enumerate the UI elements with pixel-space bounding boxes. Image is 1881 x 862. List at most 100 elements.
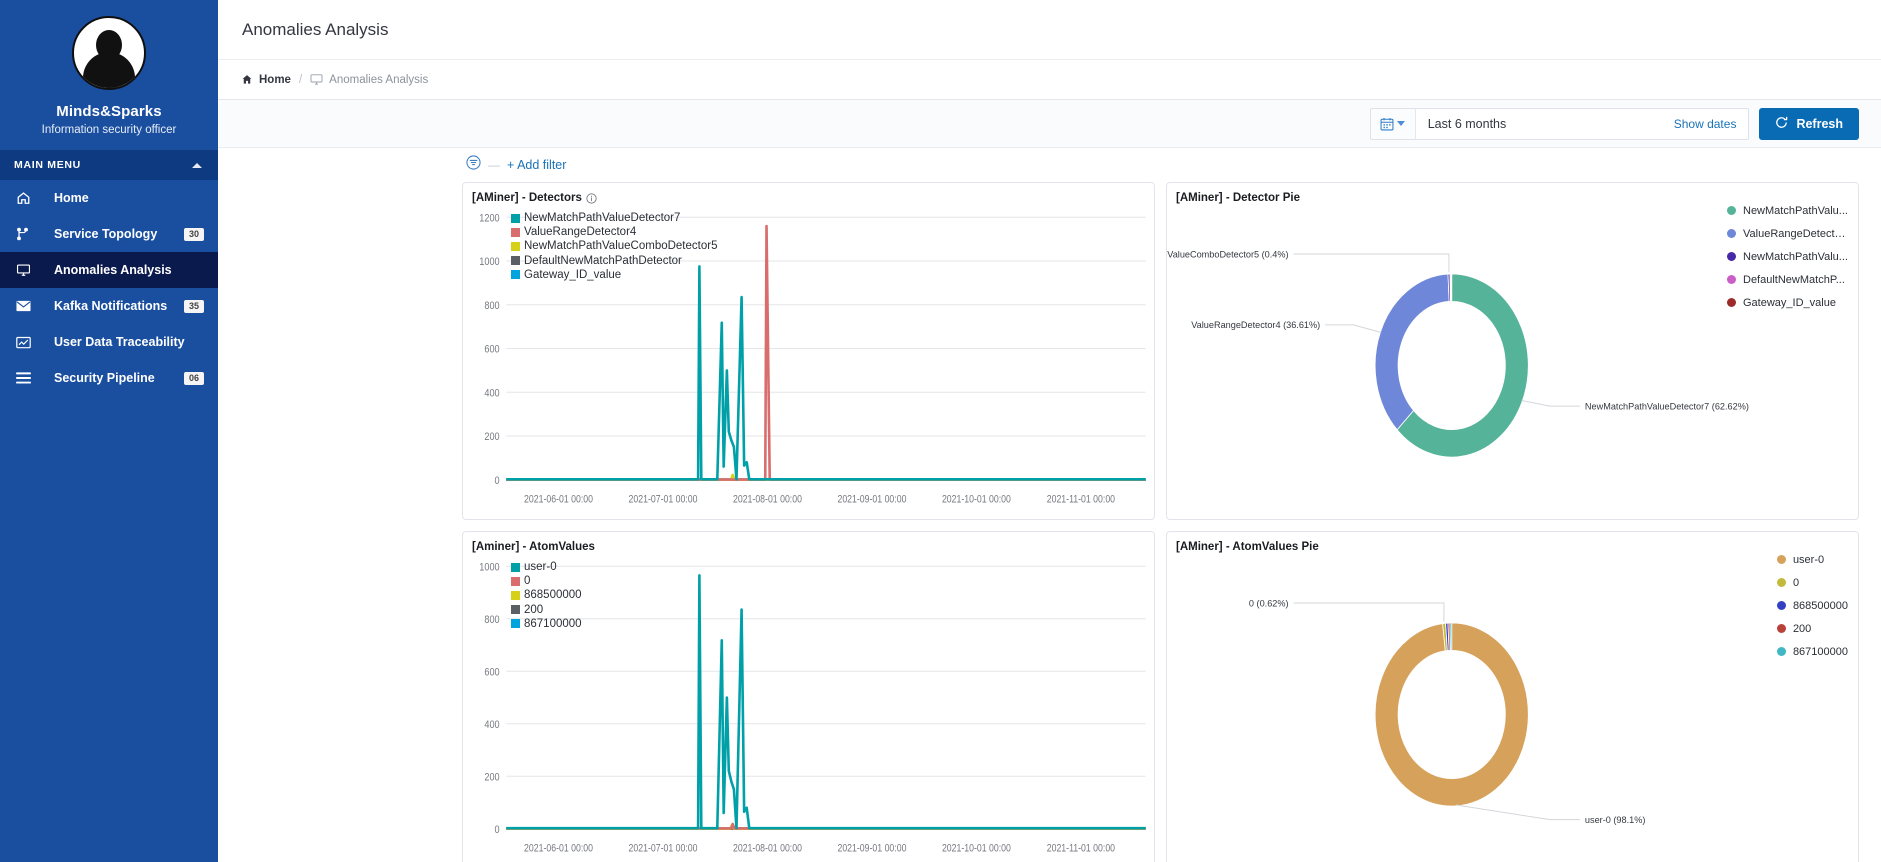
- legend-swatch: [511, 605, 520, 615]
- calendar-icon[interactable]: [1370, 108, 1416, 139]
- mail-icon: [16, 298, 38, 314]
- sidebar-item-anomalies-analysis[interactable]: Anomalies Analysis: [0, 252, 218, 288]
- refresh-icon: [1775, 116, 1788, 132]
- add-filter-button[interactable]: + Add filter: [507, 158, 566, 172]
- svg-text:2021-10-01 00:00: 2021-10-01 00:00: [942, 494, 1011, 506]
- svg-text:2021-08-01 00:00: 2021-08-01 00:00: [733, 843, 802, 855]
- legend-label: DefaultNewMatchP...: [1743, 273, 1845, 286]
- sidebar-item-label: Security Pipeline: [54, 371, 155, 385]
- legend-swatch: [511, 213, 520, 223]
- svg-text:NewMatchPathValueDetector7 (62: NewMatchPathValueDetector7 (62.62%): [1585, 401, 1749, 411]
- legend-item[interactable]: Gateway_ID_value: [511, 268, 717, 282]
- legend-label: 200: [524, 603, 544, 616]
- svg-text:2021-09-01 00:00: 2021-09-01 00:00: [837, 494, 906, 506]
- sidebar-item-label: Kafka Notifications: [54, 299, 168, 313]
- page-title: Anomalies Analysis: [242, 19, 389, 39]
- legend-item[interactable]: 0: [511, 574, 582, 588]
- panel-atomvalues: [Aminer] - AtomValues 0 200 400 600 800 1000 2…: [462, 531, 1155, 862]
- legend-dot: [1727, 206, 1736, 215]
- legend-dot: [1727, 229, 1736, 238]
- chevron-up-icon[interactable]: [192, 162, 202, 168]
- dashboard-grid: [AMiner] - Detectors 0 200 400 600 800 1000 12…: [218, 182, 1881, 862]
- svg-text:ValueRangeDetector4 (36.61%): ValueRangeDetector4 (36.61%): [1191, 320, 1320, 330]
- legend-item[interactable]: Gateway_ID_value: [1727, 291, 1848, 314]
- legend-swatch: [511, 256, 520, 266]
- legend-dot: [1776, 624, 1786, 633]
- legend-item[interactable]: NewMatchPathValueComboDetector5: [511, 239, 717, 253]
- filter-bar: — + Add filter: [218, 148, 1881, 182]
- legend-item[interactable]: 867100000: [511, 617, 582, 631]
- sidebar-item-label: Service Topology: [54, 227, 158, 241]
- refresh-label: Refresh: [1796, 116, 1843, 131]
- chevron-down-icon[interactable]: [1397, 121, 1406, 126]
- legend-item[interactable]: DefaultNewMatchPathDetector: [511, 254, 717, 268]
- legend-item[interactable]: DefaultNewMatchP...: [1727, 268, 1848, 291]
- legend-item[interactable]: ValueRangeDetector4: [1727, 222, 1848, 245]
- filter-icon[interactable]: [466, 155, 481, 175]
- panel-title-text: [AMiner] - AtomValues Pie: [1176, 541, 1319, 553]
- filter-dash: —: [488, 158, 500, 172]
- legend-swatch: [511, 562, 520, 572]
- sidebar-item-label: Home: [54, 191, 89, 205]
- svg-text:1000: 1000: [479, 562, 500, 574]
- sidebar-item-service-topology[interactable]: Service Topology 30: [0, 216, 218, 252]
- legend-item[interactable]: user-0: [511, 560, 582, 574]
- svg-text:200: 200: [484, 772, 500, 784]
- legend-item[interactable]: 868500000: [1776, 594, 1848, 617]
- legend-item[interactable]: user-0: [1776, 548, 1848, 571]
- legend-item[interactable]: NewMatchPathValueDetector7: [511, 211, 717, 225]
- legend-label: NewMatchPathValueDetector7: [524, 212, 681, 224]
- pie-legend-atomvalues: user-0 0 868500000 200 867100000: [1776, 548, 1848, 663]
- legend-item[interactable]: 867100000: [1776, 640, 1848, 663]
- main-menu-header[interactable]: MAIN MENU: [0, 150, 218, 180]
- legend-item[interactable]: 0: [1776, 571, 1848, 594]
- legend-label: user-0: [1792, 553, 1825, 566]
- pie-chart-atomvalues[interactable]: user-0 (98.1%) 0 (0.62%): [1167, 556, 1858, 862]
- legend-label: DefaultNewMatchPathDetector: [524, 254, 682, 267]
- svg-text:user-0 (98.1%): user-0 (98.1%): [1585, 815, 1645, 825]
- legend-item[interactable]: NewMatchPathValu...: [1727, 245, 1848, 268]
- legend-label: 200: [1792, 622, 1812, 635]
- top-bar: Anomalies Analysis: [218, 0, 1881, 60]
- svg-text:2021-11-01 00:00: 2021-11-01 00:00: [1047, 494, 1116, 506]
- sidebar-item-user-data-traceability[interactable]: User Data Traceability: [0, 324, 218, 360]
- legend-dot: [1776, 578, 1786, 587]
- avatar: [72, 16, 146, 90]
- legend-swatch: [511, 576, 520, 586]
- avatar-body: [83, 52, 135, 88]
- sidebar-item-security-pipeline[interactable]: Security Pipeline 06: [0, 360, 218, 396]
- legend-item[interactable]: 868500000: [511, 588, 582, 602]
- legend-swatch: [511, 242, 520, 251]
- svg-text:800: 800: [484, 300, 500, 312]
- legend-label: NewMatchPathValueComboDetector5: [524, 240, 718, 253]
- legend-item[interactable]: 200: [511, 603, 582, 617]
- show-dates-link[interactable]: Show dates: [1674, 109, 1749, 139]
- date-picker[interactable]: Last 6 months Show dates: [1369, 107, 1750, 140]
- legend-label: ValueRangeDetector4: [524, 226, 637, 239]
- legend-item[interactable]: NewMatchPathValu...: [1727, 199, 1848, 222]
- sidebar-badge: 30: [183, 227, 204, 241]
- svg-text:2021-07-01 00:00: 2021-07-01 00:00: [629, 494, 698, 506]
- breadcrumb-home-link[interactable]: Home: [259, 74, 291, 86]
- home-icon: [16, 190, 38, 206]
- list-icon: [16, 370, 38, 386]
- panel-title: [Aminer] - AtomValues: [463, 532, 1154, 553]
- sidebar: Minds&Sparks Information security office…: [0, 0, 218, 862]
- legend-dot: [1727, 298, 1736, 307]
- date-range-value[interactable]: Last 6 months: [1416, 109, 1674, 139]
- panel-detectors: [AMiner] - Detectors 0 200 400 600 800 1000 12…: [462, 182, 1155, 520]
- legend-item[interactable]: 200: [1776, 617, 1848, 640]
- legend-item[interactable]: ValueRangeDetector4: [511, 225, 717, 239]
- svg-text:400: 400: [484, 719, 500, 731]
- chart-icon: [16, 334, 38, 350]
- legend-dot: [1727, 275, 1736, 284]
- sidebar-item-home[interactable]: Home: [0, 180, 218, 216]
- legend-label: ValueRangeDetector4: [1743, 227, 1848, 240]
- sidebar-badge: 06: [183, 371, 204, 385]
- sidebar-item-kafka-notifications[interactable]: Kafka Notifications 35: [0, 288, 218, 324]
- refresh-button[interactable]: Refresh: [1759, 107, 1859, 140]
- chart-legend-detectors: NewMatchPathValueDetector7 ValueRangeDete…: [511, 211, 717, 282]
- legend-label: 867100000: [524, 617, 582, 630]
- svg-text:0: 0: [495, 475, 500, 487]
- info-icon[interactable]: [586, 192, 597, 204]
